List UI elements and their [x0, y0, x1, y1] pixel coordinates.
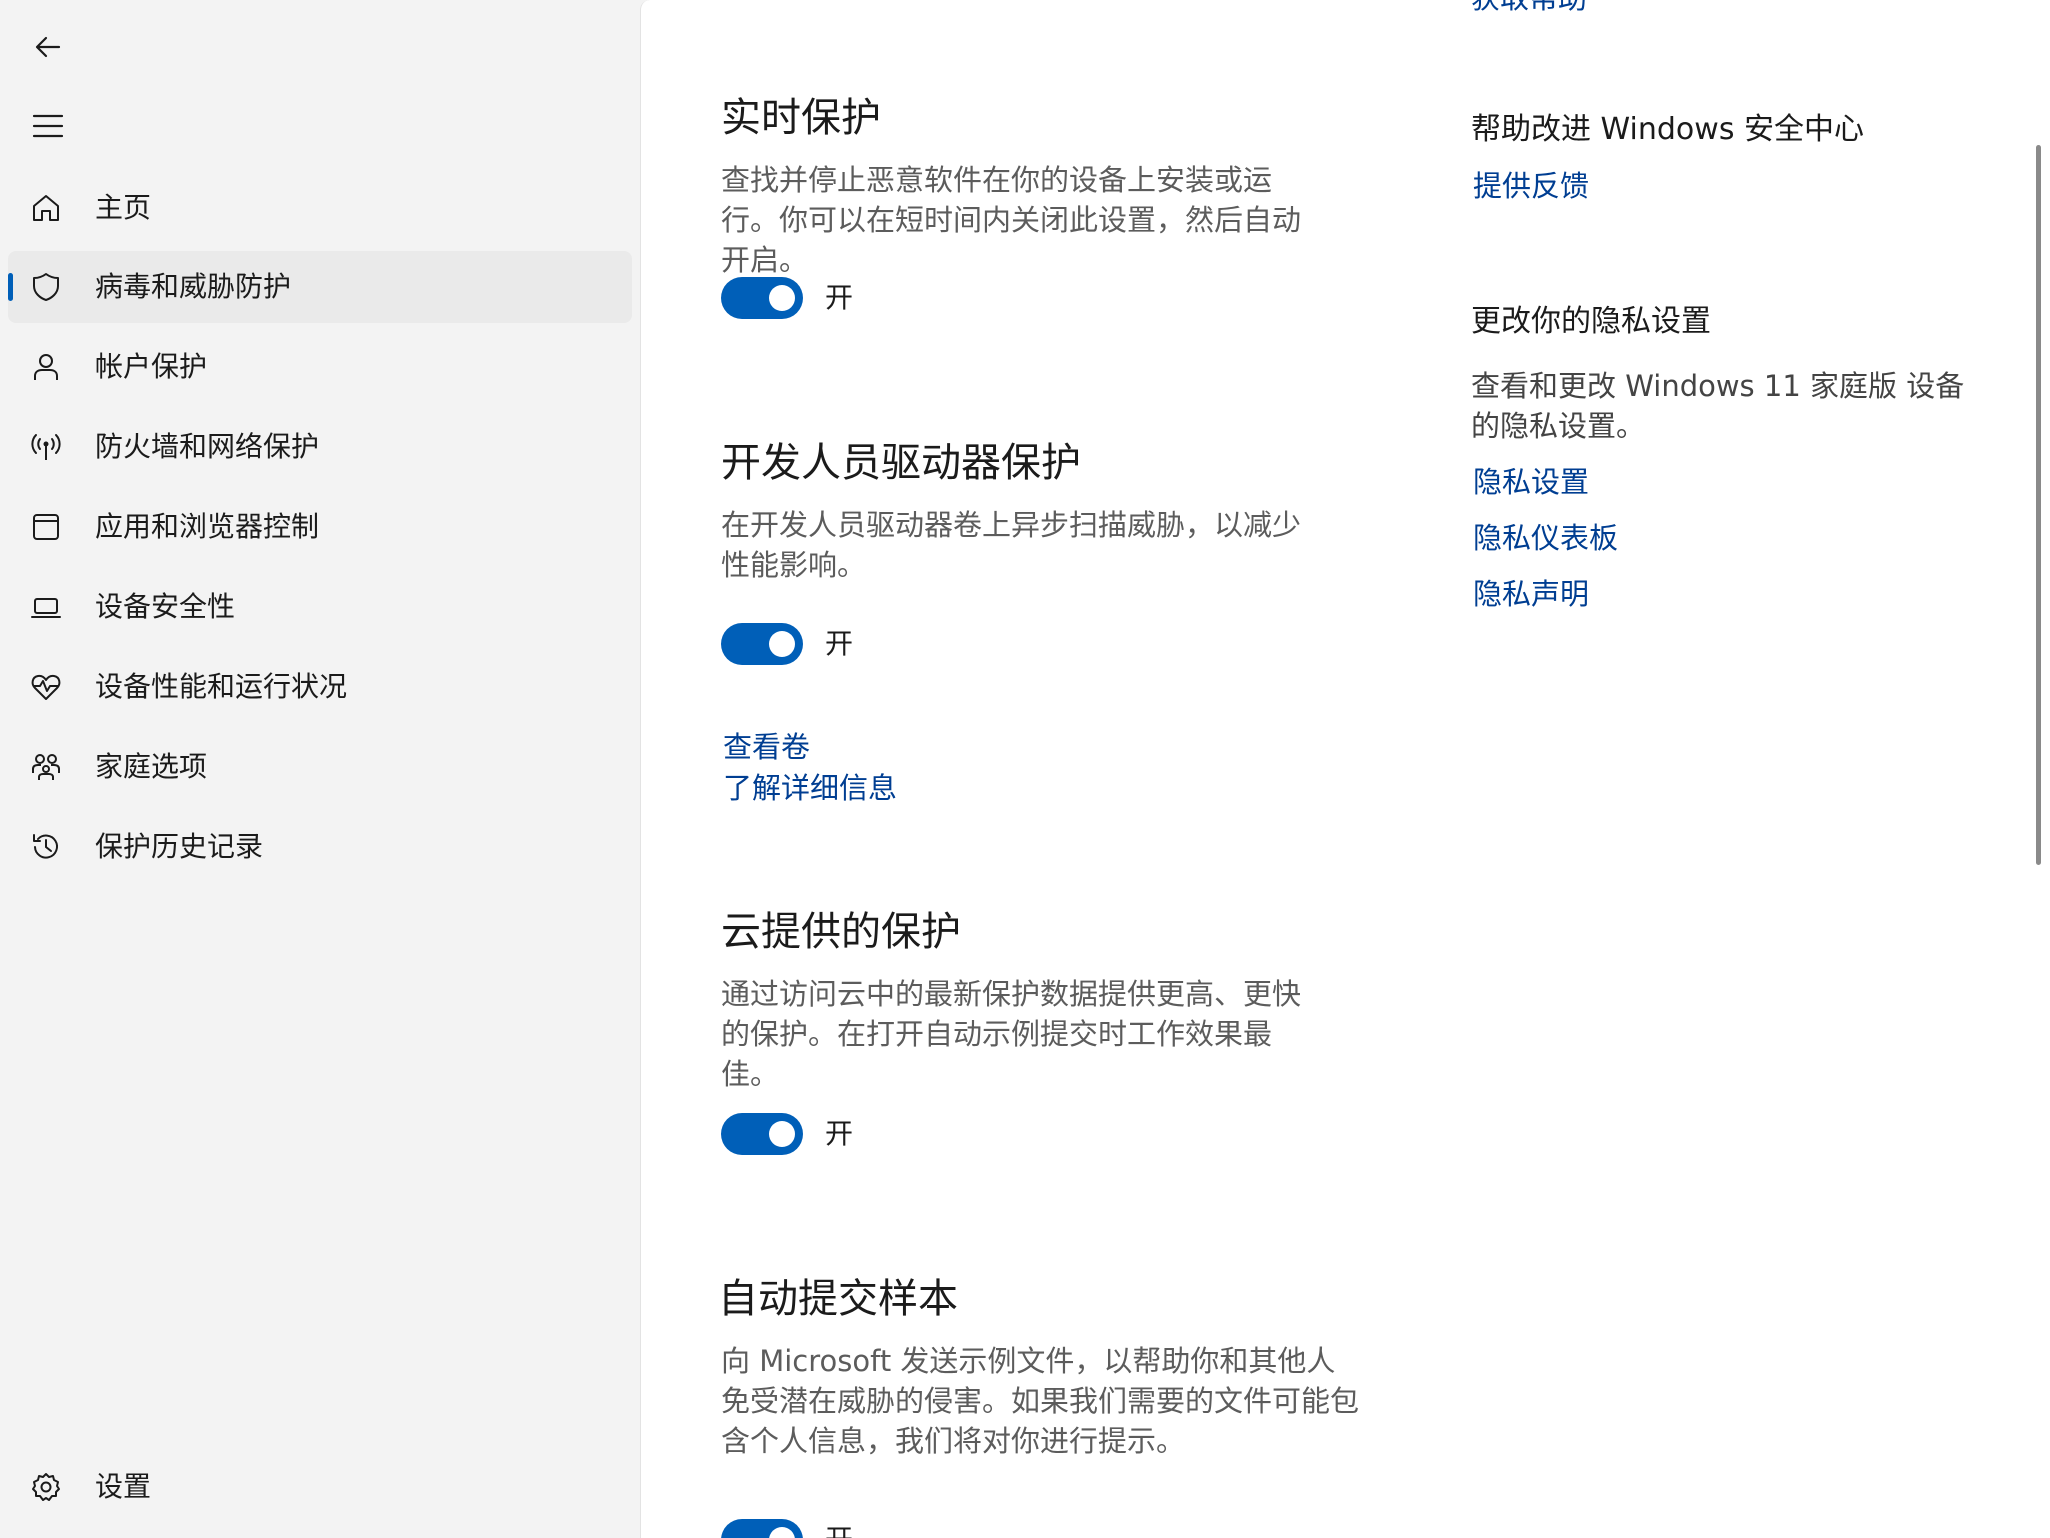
section-title-cloud-protection: 云提供的保护 — [721, 909, 961, 955]
get-help-link[interactable]: 获取帮助 — [1471, 0, 1587, 18]
learn-more-link[interactable]: 了解详细信息 — [723, 768, 897, 808]
toggle-state-label: 开 — [825, 1519, 853, 1538]
section-description: 在开发人员驱动器卷上异步扫描威胁，以减少性能影响。 — [721, 508, 1302, 582]
heart-pulse-icon — [30, 671, 62, 703]
view-volumes-link[interactable]: 查看卷 — [723, 727, 810, 767]
section-title-real-time-protection: 实时保护 — [721, 95, 881, 141]
navigation-sidebar: 主页 病毒和威胁防护 帐户保护 防火墙和网络保护 应用和浏览器控制 设备安全性 … — [0, 0, 640, 1538]
section-title-dev-drive-protection: 开发人员驱动器保护 — [721, 440, 1081, 486]
improve-heading: 帮助改进 Windows 安全中心 — [1471, 112, 1864, 147]
antenna-icon — [30, 431, 62, 463]
section-description: 查找并停止恶意软件在你的设备上安装或运行。你可以在短时间内关闭此设置，然后自动开… — [721, 163, 1302, 277]
toggle-state-label: 开 — [825, 1117, 854, 1150]
toggle-knob — [769, 1121, 795, 1147]
sidebar-item-device-security[interactable]: 设备安全性 — [8, 571, 632, 643]
dev-drive-protection-toggle[interactable] — [721, 623, 803, 665]
cloud-protection-toggle[interactable] — [721, 1113, 803, 1155]
sidebar-item-label: 防火墙和网络保护 — [95, 430, 320, 463]
section-description: 通过访问云中的最新保护数据提供更高、更快的保护。在打开自动示例提交时工作效果最佳… — [721, 977, 1302, 1091]
privacy-description: 查看和更改 Windows 11 家庭版 设备的隐私设置。 — [1471, 369, 1965, 443]
toggle-state-label: 开 — [825, 281, 854, 314]
vertical-scrollbar[interactable] — [2036, 145, 2041, 865]
give-feedback-link[interactable]: 提供反馈 — [1473, 166, 1589, 206]
toggle-knob — [769, 285, 795, 311]
sidebar-item-settings[interactable]: 设置 — [8, 1451, 632, 1523]
back-button[interactable] — [20, 19, 76, 75]
person-icon — [30, 351, 62, 383]
sidebar-item-label: 主页 — [95, 191, 152, 224]
toggle-knob — [769, 1527, 795, 1538]
sidebar-item-family-options[interactable]: 家庭选项 — [8, 731, 632, 803]
sidebar-item-label: 家庭选项 — [95, 750, 208, 783]
hamburger-menu-icon — [32, 113, 64, 139]
laptop-icon — [30, 591, 62, 623]
sidebar-item-label: 帐户保护 — [95, 350, 208, 383]
toggle-knob — [769, 631, 795, 657]
family-icon — [30, 751, 62, 783]
privacy-heading: 更改你的隐私设置 — [1471, 304, 1711, 339]
toggle-state-label: 开 — [825, 627, 854, 660]
sidebar-item-label: 设备安全性 — [95, 590, 236, 623]
privacy-settings-link[interactable]: 隐私设置 — [1473, 462, 1589, 502]
sidebar-item-label: 应用和浏览器控制 — [95, 510, 320, 543]
sidebar-item-label: 设置 — [95, 1470, 152, 1503]
privacy-dashboard-link[interactable]: 隐私仪表板 — [1473, 518, 1618, 558]
shield-icon — [30, 271, 62, 303]
sidebar-item-label: 设备性能和运行状况 — [95, 670, 348, 703]
sidebar-item-device-performance[interactable]: 设备性能和运行状况 — [8, 651, 632, 723]
sidebar-item-app-browser-control[interactable]: 应用和浏览器控制 — [8, 491, 632, 563]
sidebar-item-home[interactable]: 主页 — [8, 172, 632, 244]
sidebar-item-virus-threat-protection[interactable]: 病毒和威胁防护 — [8, 251, 632, 323]
section-title-automatic-sample-submission: 自动提交样本 — [718, 1276, 958, 1322]
gear-icon — [30, 1471, 62, 1503]
section-description: 向 Microsoft 发送示例文件，以帮助你和其他人免受潜在威胁的侵害。如果我… — [721, 1344, 1360, 1458]
sidebar-item-label: 病毒和威胁防护 — [95, 270, 292, 303]
real-time-protection-toggle[interactable] — [721, 277, 803, 319]
menu-button[interactable] — [20, 98, 76, 154]
sidebar-item-protection-history[interactable]: 保护历史记录 — [8, 811, 632, 883]
content-panel: 获取帮助 实时保护 查找并停止恶意软件在你的设备上安装或运行。你可以在短时间内关… — [640, 0, 2050, 1538]
app-window-icon — [30, 511, 62, 543]
history-icon — [30, 831, 62, 863]
privacy-statement-link[interactable]: 隐私声明 — [1473, 574, 1589, 614]
sidebar-item-label: 保护历史记录 — [95, 830, 264, 863]
sidebar-item-firewall-network[interactable]: 防火墙和网络保护 — [8, 411, 632, 483]
sidebar-item-account-protection[interactable]: 帐户保护 — [8, 331, 632, 403]
sample-submission-toggle[interactable] — [721, 1519, 803, 1538]
home-icon — [30, 192, 62, 224]
selection-indicator — [8, 273, 13, 301]
back-arrow-icon — [33, 32, 63, 62]
